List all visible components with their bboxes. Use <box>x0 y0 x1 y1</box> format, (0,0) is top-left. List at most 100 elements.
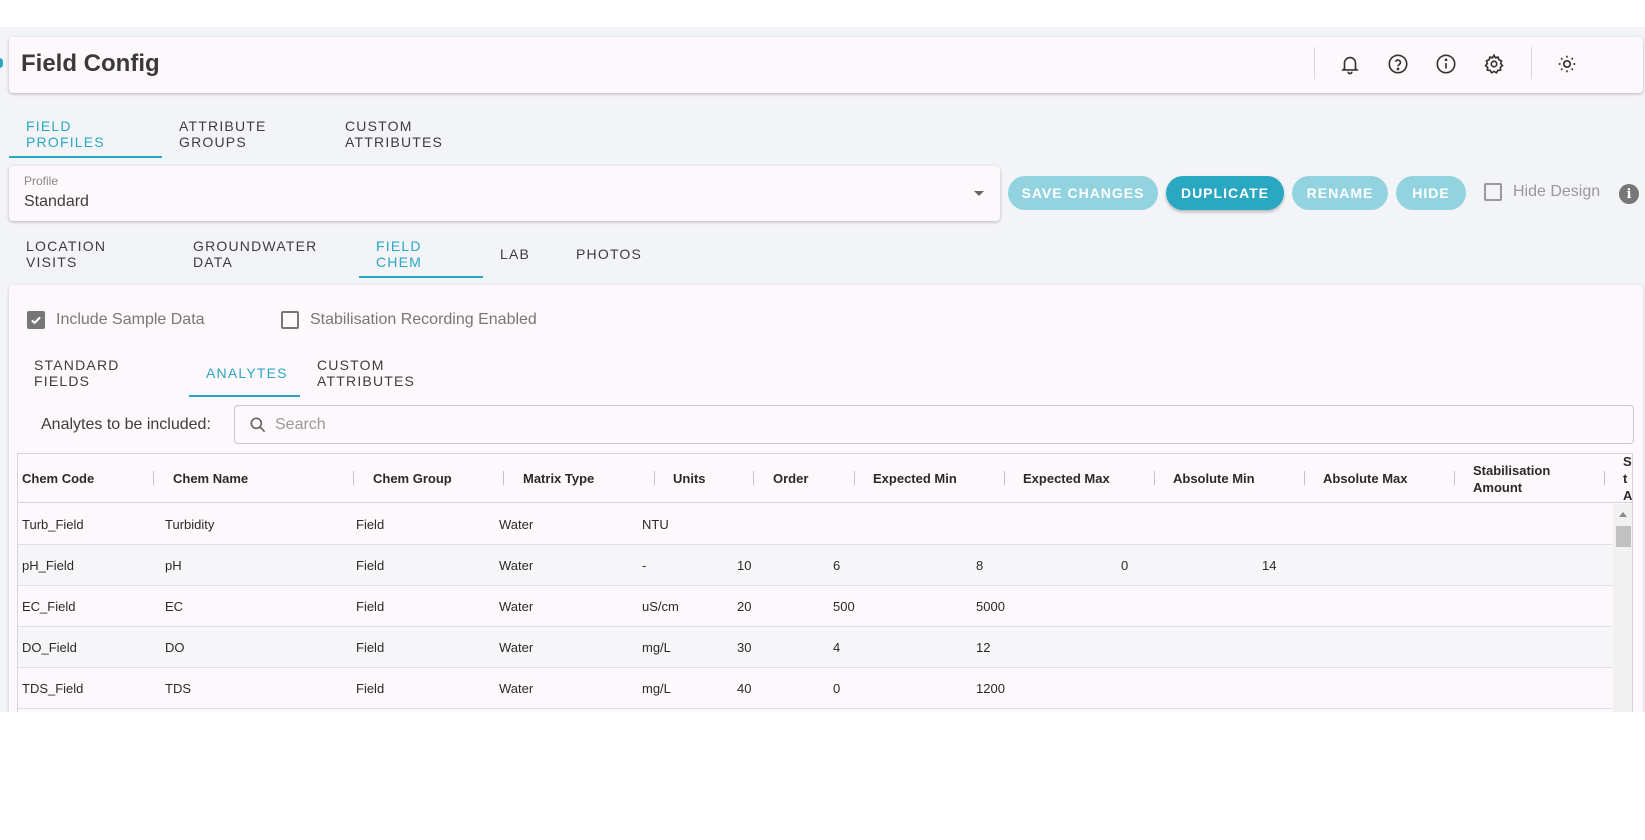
profile-select[interactable]: Profile Standard <box>9 166 1000 221</box>
cell-expected-max[interactable]: 5000 <box>976 586 1005 626</box>
cell-chem-group[interactable]: Field <box>356 586 384 626</box>
column-separator[interactable] <box>353 471 354 485</box>
checkbox-box[interactable] <box>1484 183 1502 201</box>
checkbox-checked-icon[interactable] <box>27 311 45 329</box>
cell-matrix-type[interactable]: Water <box>499 545 533 585</box>
column-separator[interactable] <box>1604 471 1605 485</box>
cell-order[interactable]: 10 <box>737 545 751 585</box>
grid-vertical-scrollbar[interactable] <box>1613 504 1632 712</box>
column-header-matrix-type[interactable]: Matrix Type <box>523 454 594 503</box>
table-row[interactable]: pH_Field pH Field Water - 10 6 8 0 14 <box>18 545 1612 586</box>
table-row[interactable]: EC_Field EC Field Water uS/cm 20 500 5000 <box>18 586 1612 627</box>
cell-chem-group[interactable]: Field <box>356 627 384 667</box>
table-row[interactable]: TDS_Field TDS Field Water mg/L 40 0 1200 <box>18 668 1612 709</box>
column-separator[interactable] <box>1304 471 1305 485</box>
hide-design-checkbox[interactable]: Hide Design <box>1484 183 1600 201</box>
cell-chem-name[interactable]: TDS <box>165 668 191 708</box>
cell-chem-name[interactable]: Turbidity <box>165 504 214 544</box>
cell-units[interactable]: - <box>642 545 646 585</box>
column-header-chem-code[interactable]: Chem Code <box>22 454 94 503</box>
cell-chem-group[interactable]: Field <box>356 504 384 544</box>
cell-chem-code[interactable]: DO_Field <box>22 627 77 667</box>
column-separator[interactable] <box>153 471 154 485</box>
cell-units[interactable]: mg/L <box>642 668 671 708</box>
column-separator[interactable] <box>854 471 855 485</box>
column-header-chem-name[interactable]: Chem Name <box>173 454 248 503</box>
cell-chem-name[interactable]: pH <box>165 545 182 585</box>
table-row[interactable]: DO_Field DO Field Water mg/L 30 4 12 <box>18 627 1612 668</box>
column-separator[interactable] <box>1154 471 1155 485</box>
column-separator[interactable] <box>1454 471 1455 485</box>
cell-chem-code[interactable]: pH_Field <box>22 545 74 585</box>
cell-chem-code[interactable]: EC_Field <box>22 586 75 626</box>
column-header-absolute-max[interactable]: Absolute Max <box>1323 454 1408 503</box>
theme-toggle-icon[interactable] <box>1554 51 1580 77</box>
tab-standard-fields[interactable]: STANDARD FIELDS <box>17 349 189 397</box>
cell-order[interactable]: 20 <box>737 586 751 626</box>
column-header-chem-group[interactable]: Chem Group <box>373 454 452 503</box>
rename-button[interactable]: RENAME <box>1292 176 1388 210</box>
cell-matrix-type[interactable]: Water <box>499 668 533 708</box>
column-header-expected-max[interactable]: Expected Max <box>1023 454 1110 503</box>
cell-chem-name[interactable]: EC <box>165 586 183 626</box>
cell-expected-min[interactable]: 0 <box>833 668 840 708</box>
scroll-up-arrow-icon[interactable] <box>1619 512 1627 517</box>
cell-expected-max[interactable]: 1200 <box>976 668 1005 708</box>
column-header-truncated[interactable]: St A <box>1623 454 1632 503</box>
tab-attribute-groups[interactable]: ATTRIBUTE GROUPS <box>162 110 328 158</box>
include-sample-data-checkbox[interactable]: Include Sample Data <box>27 311 205 329</box>
cell-units[interactable]: NTU <box>642 504 669 544</box>
column-separator[interactable] <box>1004 471 1005 485</box>
cell-order[interactable]: 30 <box>737 627 751 667</box>
cell-chem-code[interactable]: Turb_Field <box>22 504 84 544</box>
cell-chem-group[interactable]: Field <box>356 545 384 585</box>
cell-expected-min[interactable]: 6 <box>833 545 840 585</box>
tab-custom-attributes[interactable]: CUSTOM ATTRIBUTES <box>328 110 513 158</box>
tab-photos[interactable]: PHOTOS <box>559 230 659 278</box>
cell-expected-min[interactable]: 4 <box>833 627 840 667</box>
cell-units[interactable]: uS/cm <box>642 586 679 626</box>
column-header-order[interactable]: Order <box>773 454 808 503</box>
tab-field-profiles[interactable]: FIELD PROFILES <box>9 110 162 158</box>
cell-chem-code[interactable]: TDS_Field <box>22 668 83 708</box>
cell-chem-group[interactable]: Field <box>356 668 384 708</box>
checkbox-box[interactable] <box>281 311 299 329</box>
cell-matrix-type[interactable]: Water <box>499 627 533 667</box>
hide-button[interactable]: HIDE <box>1396 176 1466 210</box>
duplicate-button[interactable]: DUPLICATE <box>1166 176 1284 210</box>
column-header-stabilisation-amount[interactable]: Stabilisation Amount <box>1473 454 1588 503</box>
column-header-units[interactable]: Units <box>673 454 706 503</box>
table-row[interactable]: Turb_Field Turbidity Field Water NTU <box>18 504 1612 545</box>
cell-matrix-type[interactable]: Water <box>499 586 533 626</box>
tab-lab[interactable]: LAB <box>483 230 559 278</box>
save-changes-button[interactable]: SAVE CHANGES <box>1008 176 1158 210</box>
cell-expected-max[interactable]: 8 <box>976 545 983 585</box>
analyte-search[interactable] <box>234 405 1634 444</box>
cell-matrix-type[interactable]: Water <box>499 504 533 544</box>
settings-gear-icon[interactable] <box>1481 51 1507 77</box>
cell-order[interactable]: 40 <box>737 668 751 708</box>
column-header-expected-min[interactable]: Expected Min <box>873 454 957 503</box>
column-separator[interactable] <box>753 471 754 485</box>
stabilisation-recording-checkbox[interactable]: Stabilisation Recording Enabled <box>281 311 537 329</box>
cell-absolute-min[interactable]: 0 <box>1121 545 1128 585</box>
cell-expected-min[interactable]: 500 <box>833 586 855 626</box>
tab-custom-attributes-inner[interactable]: CUSTOM ATTRIBUTES <box>300 349 486 397</box>
help-icon[interactable] <box>1385 51 1411 77</box>
column-separator[interactable] <box>503 471 504 485</box>
notifications-bell-icon[interactable] <box>1337 51 1363 77</box>
column-separator[interactable] <box>654 471 655 485</box>
hide-design-info-icon[interactable]: i <box>1619 184 1639 204</box>
cell-chem-name[interactable]: DO <box>165 627 185 667</box>
tab-field-chem[interactable]: FIELD CHEM <box>359 230 483 278</box>
column-header-absolute-min[interactable]: Absolute Min <box>1173 454 1255 503</box>
cell-expected-max[interactable]: 12 <box>976 627 990 667</box>
tab-analytes[interactable]: ANALYTES <box>189 349 300 397</box>
info-icon[interactable] <box>1433 51 1459 77</box>
cell-units[interactable]: mg/L <box>642 627 671 667</box>
tab-location-visits[interactable]: LOCATION VISITS <box>9 230 176 278</box>
tab-groundwater-data[interactable]: GROUNDWATER DATA <box>176 230 359 278</box>
cell-absolute-max[interactable]: 14 <box>1262 545 1276 585</box>
scrollbar-thumb[interactable] <box>1616 526 1631 547</box>
search-input[interactable] <box>275 406 1575 443</box>
